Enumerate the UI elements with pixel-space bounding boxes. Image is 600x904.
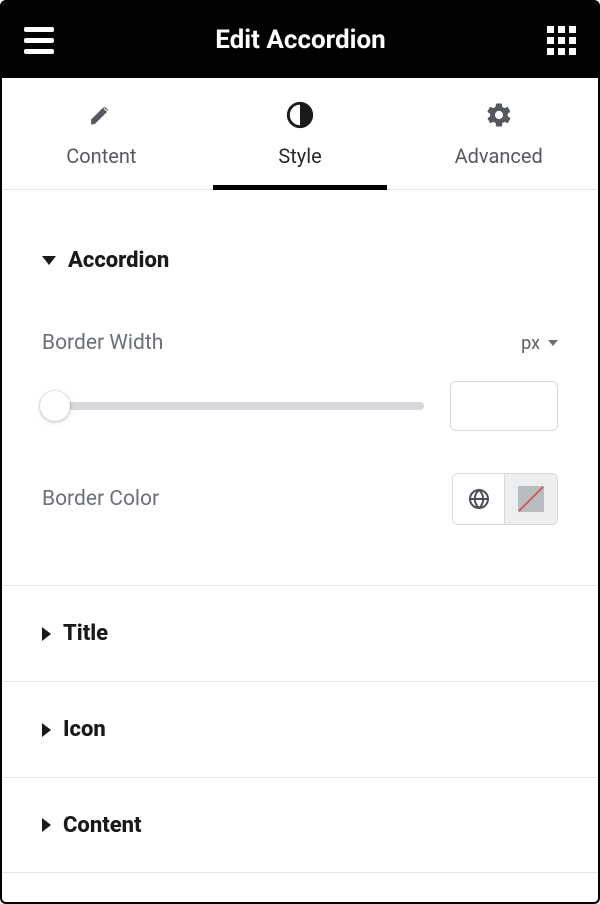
section-title: Accordion bbox=[68, 248, 169, 273]
section-body-accordion: Border Width px Border Color bbox=[2, 293, 598, 585]
half-circle-icon bbox=[286, 100, 314, 130]
chevron-down-icon bbox=[548, 340, 558, 346]
unit-select[interactable]: px bbox=[521, 333, 558, 354]
tab-label: Advanced bbox=[455, 144, 543, 168]
control-border-width: Border Width px bbox=[42, 331, 558, 355]
section-header-content[interactable]: Content bbox=[2, 777, 598, 873]
tab-content[interactable]: Content bbox=[2, 78, 201, 189]
caret-right-icon bbox=[42, 818, 51, 832]
menu-button[interactable] bbox=[24, 27, 54, 54]
section-title: Content bbox=[63, 813, 142, 838]
gear-icon bbox=[485, 100, 513, 130]
control-label: Border Color bbox=[42, 487, 159, 511]
pencil-icon bbox=[88, 100, 114, 130]
unit-value: px bbox=[521, 333, 540, 354]
control-label: Border Width bbox=[42, 331, 163, 355]
apps-button[interactable] bbox=[547, 26, 576, 55]
color-swatch-none-icon bbox=[518, 486, 544, 512]
global-color-button[interactable] bbox=[453, 474, 505, 524]
section-accordion: Accordion Border Width px bbox=[2, 190, 598, 585]
editor-panel: Edit Accordion Content S bbox=[0, 0, 600, 904]
section-header-accordion[interactable]: Accordion bbox=[2, 190, 598, 293]
panel-title: Edit Accordion bbox=[215, 25, 385, 55]
caret-down-icon bbox=[42, 256, 56, 265]
caret-right-icon bbox=[42, 627, 51, 641]
color-controls bbox=[452, 473, 558, 525]
section-header-title[interactable]: Title bbox=[2, 585, 598, 681]
slider-thumb[interactable] bbox=[40, 391, 70, 421]
control-border-color: Border Color bbox=[42, 473, 558, 525]
section-title: Icon bbox=[63, 717, 106, 742]
tab-label: Content bbox=[66, 144, 136, 168]
section-title: Title bbox=[63, 621, 108, 646]
slider-track bbox=[42, 402, 424, 410]
globe-icon bbox=[467, 487, 491, 511]
tab-label: Style bbox=[278, 144, 321, 168]
sections: Accordion Border Width px bbox=[2, 190, 598, 902]
tab-advanced[interactable]: Advanced bbox=[399, 78, 598, 189]
tab-bar: Content Style Advanced bbox=[2, 78, 598, 190]
caret-right-icon bbox=[42, 723, 51, 737]
color-swatch-button[interactable] bbox=[505, 474, 557, 524]
closed-sections: Title Icon Content bbox=[2, 585, 598, 873]
panel-header: Edit Accordion bbox=[2, 2, 598, 78]
tab-style[interactable]: Style bbox=[201, 78, 400, 189]
border-width-slider-row bbox=[42, 381, 558, 431]
border-width-slider[interactable] bbox=[42, 391, 424, 421]
section-header-icon[interactable]: Icon bbox=[2, 681, 598, 777]
border-width-input[interactable] bbox=[450, 381, 558, 431]
